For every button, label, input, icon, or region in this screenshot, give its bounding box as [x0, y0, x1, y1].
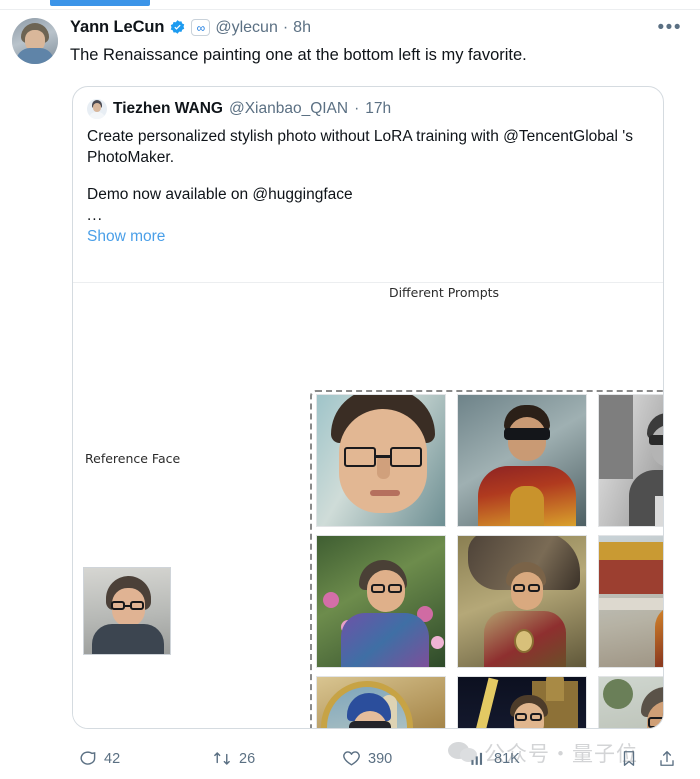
- generated-image-cell[interactable]: [598, 676, 663, 728]
- tweet-action-bar: 42 26 390 81K: [0, 738, 700, 779]
- quoted-timestamp: 17h: [365, 100, 392, 117]
- meta-infinity-icon[interactable]: ∞: [191, 19, 211, 36]
- separator-dot: ·: [282, 18, 289, 36]
- reply-icon: [80, 751, 96, 765]
- reference-face-label: Reference Face: [85, 451, 181, 466]
- more-options-button[interactable]: •••: [654, 18, 686, 37]
- generated-image-cell[interactable]: [457, 394, 587, 527]
- author-handle[interactable]: @ylecun: [215, 19, 278, 36]
- reply-count: 42: [104, 750, 121, 767]
- quoted-separator-dot: ·: [354, 100, 360, 117]
- photomaker-figure[interactable]: Different Prompts Reference Face: [73, 283, 663, 728]
- retweet-button[interactable]: 26: [212, 749, 255, 768]
- quoted-tweet-body: Create personalized stylish photo withou…: [73, 119, 663, 248]
- views-button[interactable]: 81K: [470, 750, 520, 767]
- generated-image-cell[interactable]: [457, 535, 587, 668]
- generated-image-cell[interactable]: [457, 676, 587, 728]
- author-line: Yann LeCun ∞ @ylecun · 8h •••: [70, 18, 686, 37]
- tweet-container: Yann LeCun ∞ @ylecun · 8h ••• The Renais…: [0, 10, 700, 66]
- retweet-icon: [214, 752, 230, 765]
- reply-button[interactable]: 42: [78, 749, 120, 768]
- bookmark-icon: [623, 751, 635, 766]
- author-display-name[interactable]: Yann LeCun: [70, 19, 164, 36]
- generated-image-cell[interactable]: [316, 535, 446, 668]
- like-button[interactable]: 390: [342, 749, 392, 768]
- reference-face-photo: [83, 567, 171, 655]
- generated-images-grid: [316, 394, 663, 728]
- show-more-link[interactable]: Show more: [87, 227, 165, 248]
- generated-image-cell[interactable]: [316, 676, 446, 728]
- retweet-count: 26: [239, 750, 256, 767]
- tweet-text: The Renaissance painting one at the bott…: [70, 46, 527, 64]
- heart-icon: [343, 751, 360, 766]
- active-tab-indicator[interactable]: [50, 0, 150, 6]
- grid-title: Different Prompts: [388, 285, 500, 300]
- quoted-tweet-card[interactable]: Tiezhen WANG @Xianbao_QIAN · 17h Create …: [72, 86, 664, 729]
- generated-image-cell[interactable]: [598, 535, 663, 668]
- quoted-paragraph-1: Create personalized stylish photo withou…: [87, 128, 633, 166]
- screenshot-root: Yann LeCun ∞ @ylecun · 8h ••• The Renais…: [0, 0, 700, 779]
- like-count: 390: [368, 750, 393, 767]
- share-upload-icon: [660, 751, 674, 766]
- verified-badge-icon: [171, 20, 185, 34]
- generated-image-cell[interactable]: [598, 394, 663, 527]
- quoted-paragraph-2: Demo now available on @huggingface: [87, 186, 353, 204]
- views-count: 81K: [494, 750, 520, 767]
- quoted-avatar[interactable]: [87, 99, 107, 119]
- bookmark-button[interactable]: [620, 749, 638, 768]
- quoted-author-display-name[interactable]: Tiezhen WANG: [113, 100, 223, 118]
- generated-image-cell[interactable]: [316, 394, 446, 527]
- share-button[interactable]: [658, 749, 676, 768]
- tweet-timestamp[interactable]: 8h: [293, 19, 311, 36]
- tweet-main: Yann LeCun ∞ @ylecun · 8h ••• The Renais…: [58, 18, 686, 66]
- analytics-bars-icon: [471, 752, 483, 765]
- avatar[interactable]: [12, 18, 58, 64]
- quoted-author-line: Tiezhen WANG @Xianbao_QIAN · 17h: [73, 87, 663, 119]
- quoted-author-handle[interactable]: @Xianbao_QIAN: [229, 100, 348, 118]
- quoted-ellipsis: ...: [87, 206, 103, 224]
- tweet-row: Yann LeCun ∞ @ylecun · 8h ••• The Renais…: [0, 10, 700, 66]
